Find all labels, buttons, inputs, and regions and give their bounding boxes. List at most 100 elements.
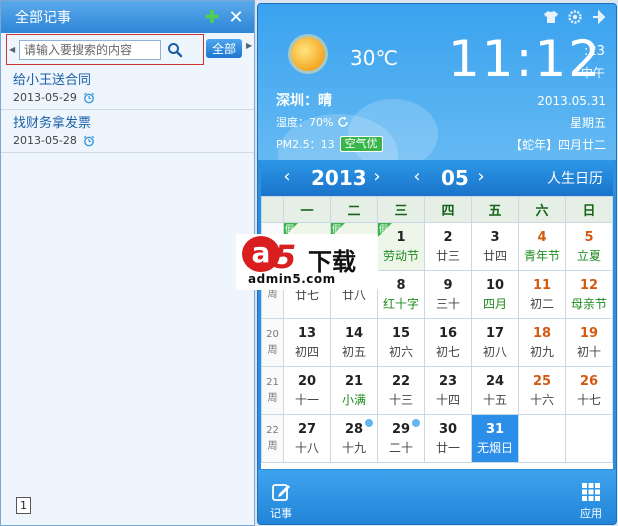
calendar-day-cell[interactable]: 2 廿三: [424, 222, 472, 271]
calendar-day-cell[interactable]: 8 红十字: [377, 270, 425, 319]
notes-button[interactable]: 记事: [266, 482, 296, 521]
calendar-day-cell[interactable]: 23 十四: [424, 366, 472, 415]
calendar-empty-cell: [565, 414, 613, 463]
day-lunar-or-festival: 初五: [341, 344, 366, 359]
week-suffix: 周: [267, 440, 278, 452]
list-item[interactable]: 给小王送合同 2013-05-29: [1, 67, 254, 110]
day-lunar-or-festival: 十四: [435, 392, 460, 407]
calendar-day-cell[interactable]: 12 母亲节: [565, 270, 613, 319]
calendar-day-cell[interactable]: 15 初六: [377, 318, 425, 367]
search-input[interactable]: [19, 39, 161, 60]
calendar-day-cell[interactable]: 3 廿四: [471, 222, 519, 271]
life-calendar-link[interactable]: 人生日历: [547, 168, 603, 188]
month-label[interactable]: 05: [441, 166, 469, 190]
calendar-day-cell[interactable]: 27 十八: [283, 414, 331, 463]
day-lunar-or-festival: 廿三: [435, 248, 460, 263]
notes-list: 给小王送合同 2013-05-29 找财务拿发票 2013-05-28: [1, 67, 254, 153]
day-lunar-or-festival: 母亲节: [570, 296, 607, 311]
window-controls: [542, 8, 608, 26]
calendar-day-cell[interactable]: 20 十一: [283, 366, 331, 415]
apps-button[interactable]: 应用: [576, 482, 606, 521]
close-icon[interactable]: ✕: [226, 7, 246, 28]
note-date-row: 2013-05-28: [13, 132, 242, 149]
clock-period: 中午: [581, 66, 606, 80]
calendar-day-cell[interactable]: 13 初四: [283, 318, 331, 367]
page-number[interactable]: 1: [16, 497, 31, 514]
day-number: 3: [490, 229, 500, 245]
calendar-day-cell[interactable]: 28 十九: [330, 414, 378, 463]
calendar-day-cell[interactable]: 30 廿一: [424, 414, 472, 463]
calendar-header: ‹ 2013 › ‹ 05 › 人生日历: [261, 160, 613, 196]
note-date: 2013-05-29: [13, 91, 77, 104]
day-lunar-or-festival: 二十: [388, 440, 413, 455]
calendar-day-cell[interactable]: 16 初七: [424, 318, 472, 367]
prev-year-button[interactable]: ‹: [277, 166, 297, 187]
calendar-day-cell[interactable]: 19 初十: [565, 318, 613, 367]
day-lunar-or-festival: 初十: [576, 344, 601, 359]
calendar-day-cell[interactable]: 31 无烟日: [471, 414, 519, 463]
list-item[interactable]: 找财务拿发票 2013-05-28: [1, 110, 254, 153]
calendar-day-cell[interactable]: 假 1 劳动节: [377, 222, 425, 271]
calendar-day-cell[interactable]: 22 十三: [377, 366, 425, 415]
pm25-value: PM2.5：13: [276, 138, 335, 151]
calendar-day-cell[interactable]: 5 立夏: [565, 222, 613, 271]
calendar-day-cell[interactable]: 4 青年节: [518, 222, 566, 271]
search-icon[interactable]: [164, 40, 186, 60]
scroll-left-icon[interactable]: ◀: [9, 45, 19, 54]
skin-shirt-icon[interactable]: [542, 8, 560, 26]
day-number: 24: [485, 373, 505, 389]
day-number: 26: [579, 373, 599, 389]
refresh-icon[interactable]: [337, 116, 349, 128]
calendar-day-cell[interactable]: 25 十六: [518, 366, 566, 415]
current-date: 2013.05.31: [537, 94, 606, 108]
current-weekday: 星期五: [569, 116, 606, 130]
calendar-day-cell[interactable]: 24 十五: [471, 366, 519, 415]
scroll-right-icon[interactable]: ▶: [246, 41, 252, 50]
calendar-day-cell[interactable]: 9 三十: [424, 270, 472, 319]
alarm-clock-icon: [83, 92, 95, 103]
weekday-label: 六: [518, 196, 566, 223]
calendar-day-cell[interactable]: 29 二十: [377, 414, 425, 463]
notes-panel: 全部记事 ✚ ✕ ◀ 全部 ▶ 给小王送合同 2013-05-29 找财务拿发票…: [0, 0, 255, 526]
day-lunar-or-festival: 红十字: [382, 296, 419, 311]
city-weather[interactable]: 深圳：晴: [276, 90, 332, 110]
day-lunar-or-festival: 初七: [435, 344, 460, 359]
week-suffix: 周: [267, 392, 278, 404]
note-indicator-dot: [365, 419, 373, 427]
calendar-day-cell[interactable]: 14 初五: [330, 318, 378, 367]
pin-icon[interactable]: [590, 8, 608, 26]
day-lunar-or-festival: 初八: [482, 344, 507, 359]
weather-clock-area: 30℃ 11:12 :23 中午 深圳：晴 2013.05.31 湿度：70% …: [258, 4, 616, 160]
week-number-value: 22: [266, 424, 279, 436]
notes-button-label: 记事: [270, 507, 292, 520]
day-lunar-or-festival: 初四: [294, 344, 319, 359]
gear-icon[interactable]: [566, 8, 584, 26]
day-lunar-or-festival: 无烟日: [476, 440, 513, 455]
next-year-button[interactable]: ›: [367, 166, 387, 187]
calendar-day-cell[interactable]: 10 四月: [471, 270, 519, 319]
calendar-day-cell[interactable]: 21 小满: [330, 366, 378, 415]
week-number: 20 周: [261, 318, 284, 367]
day-lunar-or-festival: 十九: [341, 440, 366, 455]
prev-month-button[interactable]: ‹: [407, 166, 427, 187]
next-month-button[interactable]: ›: [471, 166, 491, 187]
day-lunar-or-festival: 小满: [341, 392, 366, 407]
lunar-date: 【蛇年】四月廿二: [509, 138, 606, 152]
filter-all-button[interactable]: 全部: [206, 39, 242, 58]
week-number-value: 21: [266, 376, 279, 388]
calendar-day-cell[interactable]: 17 初八: [471, 318, 519, 367]
week-number: 21 周: [261, 366, 284, 415]
day-number: 18: [532, 325, 552, 341]
calendar-day-cell[interactable]: 18 初九: [518, 318, 566, 367]
year-label[interactable]: 2013: [311, 166, 367, 190]
day-number: 11: [532, 277, 552, 293]
weekday-header-row: 一 二 三 四 五 六 日: [261, 196, 613, 223]
add-note-icon[interactable]: ✚: [202, 7, 222, 28]
calendar-day-cell[interactable]: 11 初二: [518, 270, 566, 319]
holiday-flag-text: 假: [379, 225, 389, 235]
sunny-weather-icon: [288, 34, 328, 74]
day-lunar-or-festival: 十一: [294, 392, 319, 407]
air-quality-badge: 空气优: [339, 136, 383, 152]
calendar-day-cell[interactable]: 26 十七: [565, 366, 613, 415]
note-title: 给小王送合同: [13, 73, 92, 88]
